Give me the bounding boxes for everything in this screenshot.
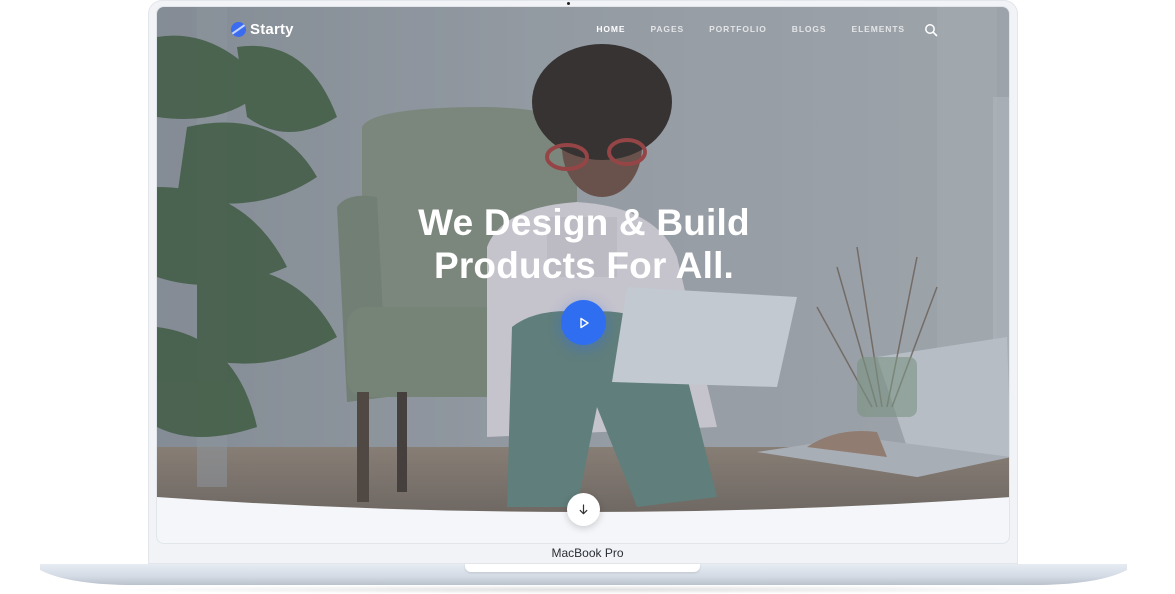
play-video-button[interactable] (561, 300, 606, 345)
hero-title-line-1: We Design & Build (418, 202, 750, 243)
hero-heading: We Design & Build Products For All. (157, 201, 1009, 287)
main-navigation: HOME PAGES PORTFOLIO BLOGS ELEMENTS (571, 24, 935, 34)
laptop-notch (465, 564, 700, 572)
logo-mark-icon (231, 22, 246, 37)
hero-section: Starty HOME PAGES PORTFOLIO BLOGS ELEMEN… (157, 7, 1009, 517)
laptop-shadow (90, 585, 1085, 594)
hero-title-line-2: Products For All. (433, 245, 735, 286)
nav-item-elements[interactable]: ELEMENTS (852, 24, 905, 34)
scroll-down-button[interactable] (567, 493, 600, 526)
arrow-down-icon (579, 504, 588, 515)
search-icon[interactable] (924, 23, 938, 37)
camera-dot (567, 2, 570, 5)
play-icon (579, 317, 589, 328)
brand-name: Starty (250, 21, 294, 38)
nav-item-blogs[interactable]: BLOGS (792, 24, 827, 34)
nav-item-pages[interactable]: PAGES (650, 24, 684, 34)
brand-logo[interactable]: Starty (231, 21, 294, 38)
nav-item-home[interactable]: HOME (596, 24, 625, 34)
browser-screen: Starty HOME PAGES PORTFOLIO BLOGS ELEMEN… (156, 6, 1010, 544)
device-model-label: MacBook Pro (551, 546, 624, 560)
nav-item-portfolio[interactable]: PORTFOLIO (709, 24, 767, 34)
